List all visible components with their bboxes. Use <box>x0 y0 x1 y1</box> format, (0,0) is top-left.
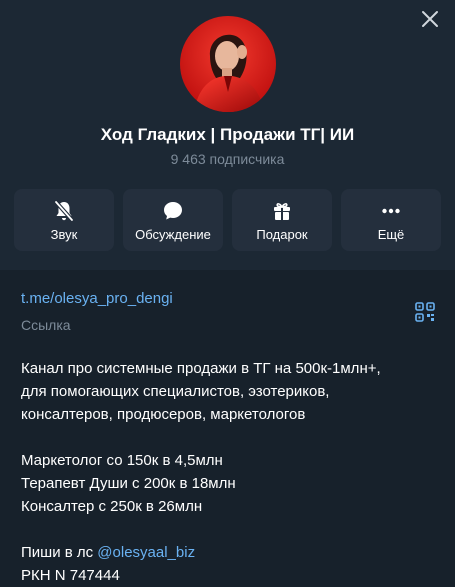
case-line: Консалтер с 250к в 26млн <box>21 498 203 515</box>
subscriber-count: 9 463 подписчика <box>170 151 285 167</box>
qr-code-icon[interactable] <box>415 302 435 322</box>
discussion-button[interactable]: Обсуждение <box>123 189 223 251</box>
description-line: Канал про системные продажи в ТГ на 500к… <box>21 360 381 377</box>
description-line: консалтеров, продюсеров, маркетологов <box>21 406 306 423</box>
case-line: Маркетолог со 150к в 4,5млн <box>21 452 223 469</box>
gift-icon <box>274 203 290 220</box>
discussion-button-label: Обсуждение <box>135 227 211 242</box>
more-button-label: Ещё <box>377 227 405 242</box>
channel-header: Ход Гладких | Продажи ТГ| ИИ 9 463 подпи… <box>0 0 455 270</box>
mute-button-label: Звук <box>50 227 78 242</box>
contact-mention-link[interactable]: @olesyaal_biz <box>97 544 195 561</box>
channel-avatar[interactable] <box>180 16 276 112</box>
channel-link[interactable]: t.me/olesya_pro_dengi <box>21 290 173 307</box>
gift-button-label: Подарок <box>256 227 308 242</box>
channel-description: Канал про системные продажи в ТГ на 500к… <box>21 357 436 587</box>
close-icon[interactable] <box>419 8 441 30</box>
mute-button[interactable]: Звук <box>14 189 114 251</box>
link-label: Ссылка <box>21 317 71 333</box>
more-dots-icon <box>382 208 400 214</box>
action-bar: Звук Обсуждение Подарок Ещё <box>14 189 441 251</box>
description-line: для помогающих специалистов, эзотериков, <box>21 383 330 400</box>
contact-prefix: Пиши в лс <box>21 544 98 561</box>
bell-off-icon <box>54 200 74 222</box>
registry-number: РКН N 747444 <box>21 567 120 584</box>
chat-bubble-icon <box>164 202 182 220</box>
channel-info: t.me/olesya_pro_dengi Ссылка Канал про с… <box>0 270 455 587</box>
case-line: Терапевт Души с 200к в 18млн <box>21 475 236 492</box>
channel-title: Ход Гладких | Продажи ТГ| ИИ <box>100 125 355 144</box>
contact-line: Пиши в лс @olesyaal_biz <box>21 541 436 564</box>
gift-button[interactable]: Подарок <box>232 189 332 251</box>
more-button[interactable]: Ещё <box>341 189 441 251</box>
